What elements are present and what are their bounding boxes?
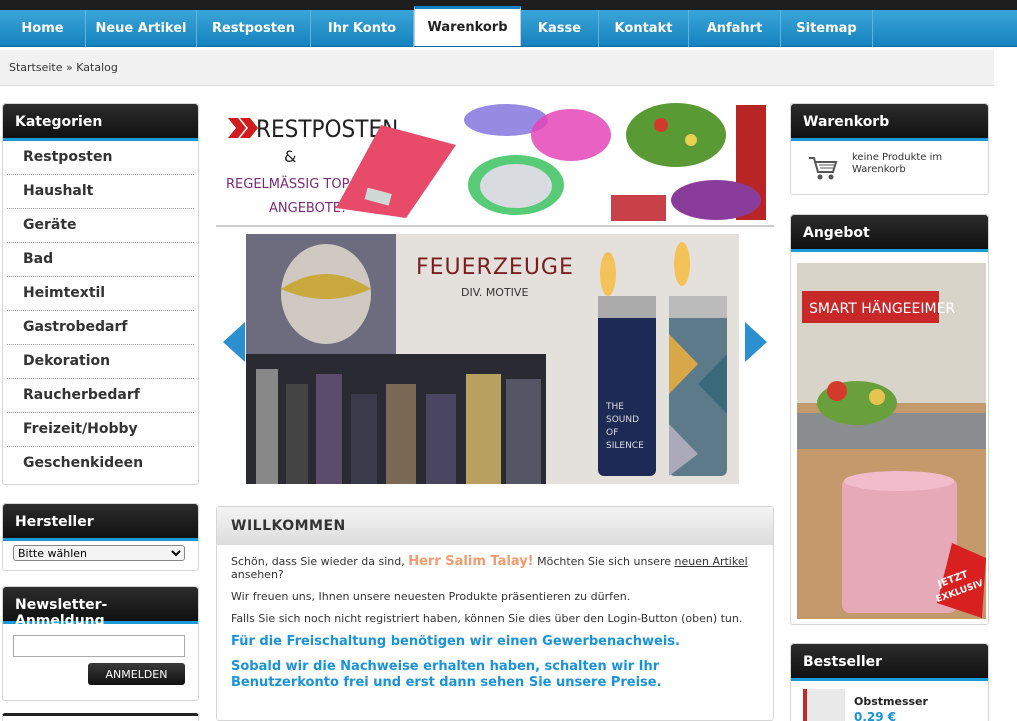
category-raucherbedarf[interactable]: Raucherbedarf	[7, 379, 194, 413]
cart-box: Warenkorb	[790, 103, 989, 195]
nav-account[interactable]: Ihr Konto	[311, 10, 414, 47]
offer-image[interactable]: SMART HÄNGEEIMER JETZT EXKLUSIV	[797, 263, 986, 619]
lighter-text-2: SOUND	[606, 415, 639, 425]
cart-title: Warenkorb	[791, 104, 988, 141]
category-bad[interactable]: Bad	[7, 243, 194, 277]
lighter-rows	[256, 369, 541, 484]
cart-empty-line1: keine Produkte im	[852, 152, 943, 163]
category-restposten[interactable]: Restposten	[7, 141, 194, 175]
breadcrumb-current[interactable]: Katalog	[76, 61, 118, 74]
newsletter-title: Newsletter-Anmeldung	[3, 587, 198, 629]
welcome-greeting: Schön, dass Sie wieder da sind, Herr Sal…	[231, 555, 759, 581]
welcome-title: WILLKOMMEN	[217, 507, 773, 545]
nav-restposten[interactable]: Restposten	[197, 10, 311, 47]
nav-new-articles[interactable]: Neue Artikel	[86, 10, 197, 47]
nav-sitemap[interactable]: Sitemap	[781, 10, 873, 47]
banner-line1: REGELMÄSSIG TOP	[226, 176, 350, 192]
lighters-slider[interactable]: FEUERZEUGE DIV. MOTIVE THE SOUND OF SILE…	[246, 234, 739, 484]
category-geraete[interactable]: Geräte	[7, 209, 194, 243]
category-haushalt[interactable]: Haushalt	[7, 175, 194, 209]
restposten-banner[interactable]: RESTPOSTEN & REGELMÄSSIG TOP ANGEBOTE!	[216, 100, 774, 221]
welcome-paragraph-3: Falls Sie sich noch nicht registriert ha…	[231, 612, 743, 625]
banner-divider	[216, 225, 774, 227]
category-gastrobedarf[interactable]: Gastrobedarf	[7, 311, 194, 345]
lighters-slide-art: FEUERZEUGE DIV. MOTIVE THE SOUND OF SILE…	[246, 234, 739, 484]
greeting-suffix: ansehen?	[231, 568, 284, 581]
cart-empty-message: keine Produkte im Warenkorb	[852, 152, 942, 176]
newsletter-subscribe-button[interactable]: ANMELDEN	[88, 663, 185, 685]
categories-box: Kategorien Restposten Haushalt Geräte Ba…	[2, 103, 199, 485]
banner-amp: &	[284, 147, 296, 166]
main-nav: Home Neue Artikel Restposten Ihr Konto W…	[0, 6, 1017, 47]
cart-empty-line2: Warenkorb	[852, 164, 906, 175]
lighter-text-3: OF	[606, 428, 618, 438]
newsletter-email-input[interactable]	[13, 635, 185, 657]
welcome-paragraph-2: Wir freuen uns, Ihnen unsere neuesten Pr…	[231, 590, 631, 603]
slider-title: FEUERZEUGE	[416, 255, 574, 280]
newsletter-box: Newsletter-Anmeldung ANMELDEN	[2, 586, 199, 701]
shopping-cart-icon	[809, 157, 838, 180]
breadcrumb: Startseite » Katalog	[0, 50, 994, 86]
lighter-text-1: THE	[605, 402, 624, 412]
manufacturer-title: Hersteller	[3, 504, 198, 541]
offer-label: SMART HÄNGEEIMER	[809, 299, 955, 317]
activation-notice: Sobald wir die Nachweise erhalten haben,…	[231, 659, 662, 690]
restposten-banner-art: RESTPOSTEN & REGELMÄSSIG TOP ANGEBOTE!	[226, 103, 766, 221]
nav-home[interactable]: Home	[0, 10, 86, 47]
nav-cart[interactable]: Warenkorb	[414, 6, 521, 46]
offer-title: Angebot	[791, 215, 988, 252]
manufacturer-box: Hersteller Bitte wählen	[2, 503, 199, 571]
manufacturer-select[interactable]: Bitte wählen	[13, 545, 185, 561]
category-freizeit-hobby[interactable]: Freizeit/Hobby	[7, 413, 194, 447]
sidebar-next-box	[2, 713, 199, 721]
greeting-middle: Möchten Sie sich unsere	[533, 555, 675, 568]
category-geschenkideen[interactable]: Geschenkideen	[7, 447, 194, 481]
offer-image-art: SMART HÄNGEEIMER JETZT EXKLUSIV	[797, 263, 986, 619]
nav-directions[interactable]: Anfahrt	[689, 10, 781, 47]
welcome-box: WILLKOMMEN Schön, dass Sie wieder da sin…	[216, 506, 774, 721]
nav-contact[interactable]: Kontakt	[599, 10, 689, 47]
user-name: Herr Salim Talay!	[408, 554, 534, 569]
breadcrumb-home[interactable]: Startseite	[9, 61, 63, 74]
slider-next-arrow-icon[interactable]	[745, 322, 767, 362]
bestseller-product-thumb[interactable]	[803, 689, 845, 721]
slider-subtitle: DIV. MOTIVE	[461, 286, 528, 299]
bestseller-product-price: 0,29 €	[854, 710, 897, 721]
bestseller-title: Bestseller	[791, 644, 988, 681]
breadcrumb-separator: »	[62, 61, 77, 74]
new-articles-link[interactable]: neuen Artikel	[675, 555, 748, 568]
slider-prev-arrow-icon[interactable]	[223, 322, 245, 362]
banner-line2: ANGEBOTE!	[269, 201, 346, 216]
verification-notice: Für die Freischaltung benötigen wir eine…	[231, 634, 680, 649]
nav-checkout[interactable]: Kasse	[521, 10, 599, 47]
greeting-prefix: Schön, dass Sie wieder da sind,	[231, 555, 409, 568]
lighter-text-4: SILENCE	[606, 441, 644, 451]
offer-box: Angebot SMART HÄNGEEIMER JETZT EXKLUSIV	[790, 214, 989, 625]
welcome-body: Schön, dass Sie wieder da sind, Herr Sal…	[217, 545, 773, 710]
category-dekoration[interactable]: Dekoration	[7, 345, 194, 379]
category-list: Restposten Haushalt Geräte Bad Heimtexti…	[3, 141, 198, 481]
categories-title: Kategorien	[3, 104, 198, 141]
bestseller-product-name[interactable]: Obstmesser	[854, 695, 928, 708]
category-heimtextil[interactable]: Heimtextil	[7, 277, 194, 311]
